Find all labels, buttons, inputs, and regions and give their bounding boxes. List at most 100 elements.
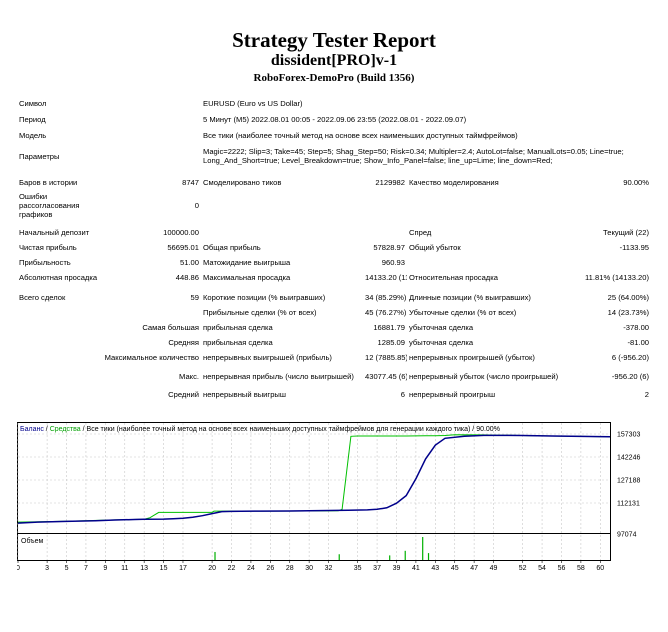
short-label: Короткие позиции (% выигравших) [203,293,326,302]
max-label: Макс. [179,371,199,381]
avg-cons-losses-label: непрерывный проигрыш [409,390,496,399]
row-deposit: Начальный депозит 100000.00 Спред Текущи… [17,225,651,240]
x-tick-label: 49 [490,565,498,570]
row-avg-cons: Средний непрерывный выигрыш 6 непрерывны… [17,387,651,402]
x-tick-label: 0 [17,565,20,570]
row-params: Параметры Magic=2222; Slip=3; Take=45; S… [17,143,651,169]
payoff-label: Матожидание выигрыша [203,258,291,267]
loss-trades-label: Убыточные сделки (% от всех) [409,308,517,317]
quality-label: Качество моделирования [409,177,499,187]
row-period: Период 5 Минут (M5) 2022.08.01 00:05 - 2… [17,111,651,127]
chart-legend: Баланс / Средства / Все тики (наиболее т… [20,425,500,433]
x-tick-label: 17 [179,565,187,570]
loss-trades-value: 14 (23.73%) [607,308,650,317]
avg-cons-losses-value: 2 [644,390,650,399]
y-tick-label: 127188 [617,478,640,485]
symbol-label: Символ [19,98,47,108]
pf-label: Прибыльность [19,258,71,267]
errors-label: Ошибки рассогласования графиков [19,191,80,219]
x-tick-label: 24 [247,565,255,570]
chart-frame [17,422,611,561]
trades-label: Всего сделок [19,293,66,302]
bars-value: 8747 [182,177,199,187]
x-tick-label: 28 [286,565,294,570]
pf-value: 51.00 [179,258,199,267]
x-tick-label: 35 [354,565,362,570]
row-model: Модель Все тики (наиболее точный метод н… [17,127,651,143]
cons-losses-value: 6 (-956.20) [611,353,650,362]
cons-wins-label: непрерывных выигрышей (прибыль) [203,353,332,362]
largest-profit-value: 16881.79 [373,323,405,332]
x-tick-label: 15 [160,565,168,570]
spread-label: Спред [409,228,432,237]
params-value: Magic=2222; Slip=3; Take=45; Step=5; Sha… [203,147,624,165]
legend-balance: Баланс [20,426,44,433]
row-average: Средняя прибыльная сделка 1285.09 убыточ… [17,335,651,350]
y-axis-ticks: 157303 142246 127188 112131 97074 [617,432,640,539]
x-tick-label: 26 [266,565,274,570]
x-tick-label: 43 [431,565,439,570]
volume-label: Объем [21,537,43,545]
cons-profit-value: 43077.45 (6) [365,371,407,381]
rel-dd-label: Относительная просадка [409,273,498,282]
row-largest: Самая большая прибыльная сделка 16881.79… [17,320,651,335]
avg-loss-label: убыточная сделка [409,338,474,347]
cons-losses-label: непрерывных проигрышей (убыток) [409,353,535,362]
largest-profit-label: прибыльная сделка [203,323,273,332]
gross-loss-label: Общий убыток [409,243,461,252]
avg-loss-value: -81.00 [627,338,650,347]
trades-value: 59 [190,293,199,302]
ticks-value: 2129982 [375,177,405,187]
average-label: Средняя [168,338,199,347]
short-value: 34 (85.29%) [365,293,407,302]
y-tick-label: 97074 [617,532,637,539]
params-label: Параметры [19,151,60,161]
x-tick-label: 32 [325,565,333,570]
max-dd-value: 14133.20 (11.81%) [365,273,407,282]
report-table: Символ EURUSD (Euro vs US Dollar) Период… [17,95,651,402]
deposit-value: 100000.00 [163,228,199,237]
balance-chart: 15730314224612718811213197074 0 3 5 7 9 11 13 1… [17,422,640,570]
row-max-count: Максимальное количество непрерывных выиг… [17,350,651,365]
avg-profit-value: 1285.09 [377,338,405,347]
long-value: 25 (64.00%) [607,293,650,302]
row-bars: Баров в истории 8747 Смоделировано тиков… [17,174,651,190]
x-tick-label: 47 [470,565,478,570]
x-tick-label: 20 [208,565,216,570]
symbol-value: EURUSD (Euro vs US Dollar) [203,98,303,108]
rel-dd-value: 11.81% (14133.20) [585,273,650,282]
y-tick-label: 112131 [617,501,640,508]
max-count-label: Максимальное количество [104,353,199,362]
row-trades: Всего сделок 59 Короткие позиции (% выиг… [17,290,651,305]
x-tick-label: 3 [45,565,49,570]
x-tick-label: 60 [596,565,604,570]
avg-profit-label: прибыльная сделка [203,338,273,347]
row-net: Чистая прибыль 56695.01 Общая прибыль 57… [17,240,651,255]
period-value: 5 Минут (M5) 2022.08.01 00:05 - 2022.09.… [203,114,467,124]
legend-equity: Средства [50,426,81,433]
server-build: RoboForex-DemoPro (Build 1356) [253,72,415,84]
row-symbol: Символ EURUSD (Euro vs US Dollar) [17,95,651,111]
quality-value: 90.00% [623,177,650,187]
x-tick-label: 39 [393,565,401,570]
long-label: Длинные позиции (% выигравших) [409,293,531,302]
errors-value: 0 [194,200,199,210]
x-tick-label: 22 [228,565,236,570]
spread-value: Текущий (22) [603,228,650,237]
abs-dd-value: 448.86 [175,273,199,282]
report-title: Strategy Tester Report [232,28,436,52]
avg2-label: Средний [168,390,199,399]
gross-profit-value: 57828.97 [373,243,405,252]
x-tick-label: 9 [103,565,107,570]
x-tick-label: 37 [373,565,381,570]
y-tick-label: 142246 [617,454,640,461]
x-tick-label: 11 [121,565,128,570]
payoff-value: 960.93 [381,258,405,267]
x-tick-label: 41 [412,565,420,570]
profit-trades-label: Прибыльные сделки (% от всех) [203,308,317,317]
deposit-label: Начальный депозит [19,228,90,237]
max-dd-label: Максимальная просадка [203,273,291,282]
abs-dd-label: Абсолютная просадка [19,273,98,282]
x-tick-label: 54 [538,565,546,570]
gross-profit-label: Общая прибыль [203,243,261,252]
